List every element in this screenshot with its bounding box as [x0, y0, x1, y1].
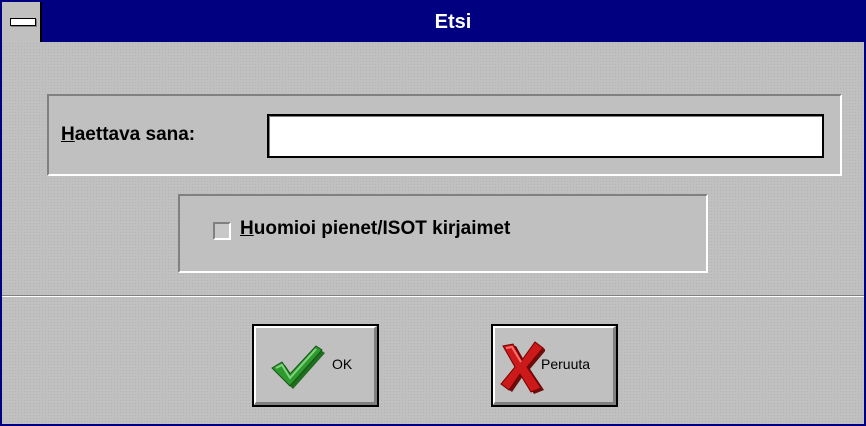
dialog-body: Haettava sana: Huomioi pienet/ISOT kirja… — [2, 42, 864, 424]
search-term-group: Haettava sana: — [47, 94, 842, 176]
system-menu-icon — [10, 18, 36, 26]
green-checkmark-icon — [271, 345, 325, 389]
system-menu-button[interactable] — [2, 2, 42, 42]
search-term-label-accesskey: H — [61, 124, 75, 145]
cancel-button[interactable]: Peruuta — [491, 324, 618, 407]
ok-button[interactable]: OK — [252, 324, 379, 407]
cancel-button-label: Peruuta — [541, 356, 591, 372]
search-term-input[interactable] — [267, 114, 824, 158]
search-term-label: Haettava sana: — [61, 124, 195, 146]
case-sensitive-checkbox[interactable] — [213, 222, 231, 240]
ok-button-label: OK — [332, 356, 353, 372]
case-sensitive-label[interactable]: Huomioi pienet/ISOT kirjaimet — [240, 218, 510, 240]
case-sensitive-label-text: uomioi pienet/ISOT kirjaimet — [253, 218, 511, 239]
title-bar[interactable]: Etsi — [2, 2, 864, 42]
separator — [2, 295, 864, 297]
search-dialog: Etsi Haettava sana: Huomioi pienet/ISOT … — [0, 0, 866, 426]
search-term-label-text: aettava sana: — [74, 124, 196, 145]
case-option-group: Huomioi pienet/ISOT kirjaimet — [178, 194, 708, 273]
window-title: Etsi — [434, 11, 472, 33]
red-x-icon — [500, 341, 545, 394]
case-sensitive-label-accesskey: H — [240, 218, 254, 239]
